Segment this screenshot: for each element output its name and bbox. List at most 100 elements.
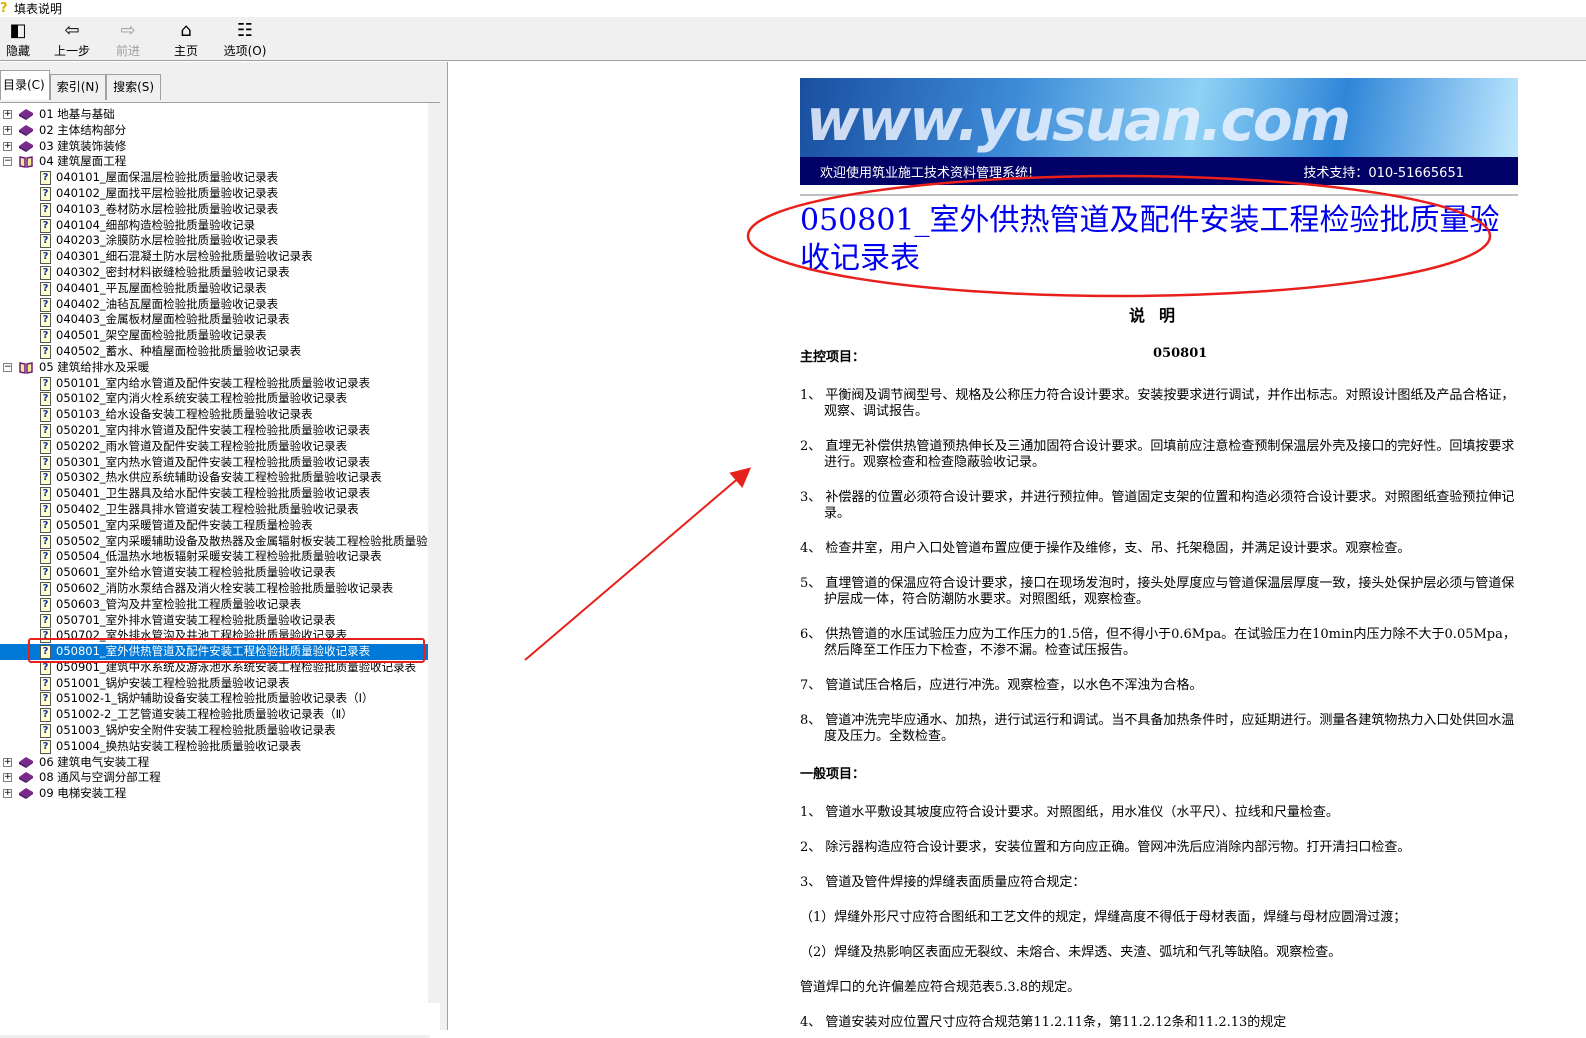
tree-item-label: 05 建筑给排水及采暖 [39, 359, 150, 374]
tree-item[interactable]: ? 050504_低温热水地板辐射采暖安装工程检验批质量验收记录表 [0, 549, 430, 565]
tree-item-label: 050201_室内排水管道及配件安装工程检验批质量验收记录表 [56, 422, 371, 437]
help-page-icon: ? [40, 502, 51, 517]
collapse-icon[interactable]: − [3, 362, 12, 372]
tree-item[interactable]: ? 040103_卷材防水层检验批质量验收记录表 [0, 202, 430, 218]
tree-item-label: 051002-1_锅炉辅助设备安装工程检验批质量验收记录表（Ⅰ） [56, 691, 374, 706]
tree-item-label: 04 建筑屋面工程 [39, 154, 127, 169]
window-titlebar: ? 填表说明 [0, 0, 1586, 17]
tree-item-label: 01 地基与基础 [39, 107, 115, 121]
tree-item[interactable]: ? 040301_细石混凝土防水层检验批质量验收记录表 [0, 249, 430, 265]
expand-icon[interactable]: + [3, 125, 12, 135]
tree-item[interactable]: ? 040501_架空屋面检验批质量验收记录表 [0, 328, 430, 344]
tree-item-label: 050103_给水设备安装工程检验批质量验收记录表 [56, 407, 313, 422]
tree-folder[interactable]: +02 主体结构部分 [0, 123, 430, 139]
tree-item-label: 040302_密封材料嵌缝检验批质量验收记录表 [56, 264, 290, 279]
open-book-icon [19, 361, 33, 374]
help-page-icon: ? [40, 281, 51, 296]
tree-item[interactable]: ? 051001_锅炉安装工程检验批质量验收记录表 [0, 676, 430, 692]
tree-item-label: 050302_热水供应系统辅助设备安装工程检验批质量验收记录表 [56, 470, 382, 485]
tree-item[interactable]: ? 050103_给水设备安装工程检验批质量验收记录表 [0, 407, 430, 423]
tree-item[interactable]: ? 051002-1_锅炉辅助设备安装工程检验批质量验收记录表（Ⅰ） [0, 691, 430, 707]
paragraph: 1、 平衡阀及调节阀型号、规格及公称压力符合设计要求。安装按要求进行调试，并作出… [800, 388, 1515, 419]
expand-icon[interactable]: + [3, 773, 12, 783]
expand-icon[interactable]: + [3, 757, 12, 767]
tree-item[interactable]: ? 050702_室外排水管沟及井池工程检验批质量验收记录表 [0, 628, 430, 644]
tree-item[interactable]: ? 040101_屋面保温层检验批质量验收记录表 [0, 170, 430, 186]
tab-index[interactable]: 索引(N) [49, 74, 107, 100]
tree-item-label: 050502_室内采暖辅助设备及散热器及金属辐射板安装工程检验批质量验收记录表 [56, 533, 440, 548]
tree-folder[interactable]: +03 建筑装饰装修 [0, 139, 430, 155]
tree-folder[interactable]: +09 电梯安装工程 [0, 786, 430, 802]
tree-item[interactable]: ? 040401_平瓦屋面检验批质量验收记录表 [0, 281, 430, 297]
hide-button[interactable]: ◧ 隐藏 [0, 17, 36, 61]
help-page-icon: ? [40, 171, 51, 186]
tree-item[interactable]: ? 051002-2_工艺管道安装工程检验批质量验收记录表（Ⅱ） [0, 707, 430, 723]
tree-item[interactable]: ? 040104_细部构造检验批质量验收记录 [0, 218, 430, 234]
options-button[interactable]: ☷ 选项(O) [220, 17, 270, 61]
help-page-icon: ? [40, 329, 51, 344]
tree-item-label: 040104_细部构造检验批质量验收记录 [56, 217, 256, 232]
tree-item[interactable]: ? 050801_室外供热管道及配件安装工程检验批质量验收记录表 [0, 644, 430, 660]
general-items-label: 一般项目： [800, 767, 866, 782]
tree-item[interactable]: ? 050102_室内消火栓系统安装工程检验批质量验收记录表 [0, 391, 430, 407]
tree-item[interactable]: ? 040302_密封材料嵌缝检验批质量验收记录表 [0, 265, 430, 281]
book-icon [19, 772, 33, 784]
collapse-icon[interactable]: − [3, 157, 12, 167]
nav-tabs: 目录(C) 索引(N) 搜索(S) [0, 70, 162, 100]
paragraph: 3、 补偿器的位置必须符合设计要求，并进行预拉伸。管道固定支架的位置和构造必须符… [800, 490, 1515, 521]
tree-item[interactable]: ? 050602_消防水泵结合器及消火栓安装工程检验批质量验收记录表 [0, 581, 430, 597]
tree-item[interactable]: ? 050402_卫生器具排水管道安装工程检验批质量验收记录表 [0, 502, 430, 518]
tree-item[interactable]: ? 050301_室内热水管道及配件安装工程检验批质量验收记录表 [0, 455, 430, 471]
tree-item-label: 040502_蓄水、种植屋面检验批质量验收记录表 [56, 343, 302, 358]
tree-item[interactable]: ? 050901_建筑中水系统及游泳池水系统安装工程检验批质量验收记录表 [0, 660, 430, 676]
book-icon [19, 140, 33, 152]
tree-item[interactable]: ? 040402_油毡瓦屋面检验批质量验收记录表 [0, 297, 430, 313]
expand-icon[interactable]: + [3, 141, 12, 151]
tree-folder[interactable]: − 05 建筑给排水及采暖 [0, 360, 430, 376]
tree-item[interactable]: ? 040403_金属板材屋面检验批质量验收记录表 [0, 312, 430, 328]
pane-splitter[interactable] [441, 62, 448, 1030]
tree-item[interactable]: ? 040502_蓄水、种植屋面检验批质量验收记录表 [0, 344, 430, 360]
tree-item[interactable]: ? 051004_换热站安装工程检验批质量验收记录表 [0, 739, 430, 755]
tree-item[interactable]: ? 050202_雨水管道及配件安装工程检验批质量验收记录表 [0, 439, 430, 455]
tree-item[interactable]: ? 040203_涂膜防水层检验批质量验收记录表 [0, 233, 430, 249]
book-icon [19, 788, 33, 800]
tree-folder[interactable]: +01 地基与基础 [0, 107, 430, 123]
tree-folder[interactable]: +06 建筑电气安装工程 [0, 755, 430, 771]
tree-item-label: 02 主体结构部分 [39, 122, 127, 137]
tree-item-label: 051001_锅炉安装工程检验批质量验收记录表 [56, 675, 290, 690]
divider [800, 194, 1518, 196]
help-page-icon: ? [40, 550, 51, 565]
back-button[interactable]: ⇦ 上一步 [50, 17, 94, 61]
expand-icon[interactable]: + [3, 110, 12, 119]
tab-contents[interactable]: 目录(C) [0, 70, 50, 100]
forward-button[interactable]: ⇨ 前进 [108, 17, 148, 61]
expand-icon[interactable]: + [3, 789, 12, 799]
window-title: 填表说明 [14, 2, 63, 16]
tree-folder[interactable]: − 04 建筑屋面工程 [0, 154, 430, 170]
options-label: 选项(O) [223, 44, 267, 58]
forward-label: 前进 [115, 44, 140, 58]
tree-item[interactable]: ? 050601_室外给水管道安装工程检验批质量验收记录表 [0, 565, 430, 581]
tree-item[interactable]: ? 051003_锅炉安全附件安装工程检验批质量验收记录表 [0, 723, 430, 739]
home-button[interactable]: ⌂ 主页 [166, 17, 206, 61]
tree-item[interactable]: ? 050101_室内给水管道及配件安装工程检验批质量验收记录表 [0, 376, 430, 392]
tree-item-label: 050101_室内给水管道及配件安装工程检验批质量验收记录表 [56, 375, 371, 390]
paragraph: 4、 管道安装对应位置尺寸应符合规范第11.2.11条，第11.2.12条和11… [800, 1015, 1287, 1030]
book-icon [19, 756, 33, 768]
tree-folder[interactable]: +08 通风与空调分部工程 [0, 770, 430, 786]
tab-search[interactable]: 搜索(S) [106, 74, 162, 100]
tree-item[interactable]: ? 050502_室内采暖辅助设备及散热器及金属辐射板安装工程检验批质量验收记录表 [0, 534, 440, 550]
tree-item[interactable]: ? 050201_室内排水管道及配件安装工程检验批质量验收记录表 [0, 423, 430, 439]
tree-item[interactable]: ? 050401_卫生器具及给水配件安装工程检验批质量验收记录表 [0, 486, 430, 502]
arrow-left-icon: ⇦ [64, 20, 80, 41]
tree-item[interactable]: ? 050701_室外排水管道安装工程检验批质量验收记录表 [0, 613, 430, 629]
tree-item[interactable]: ? 050603_管沟及井室检验批工程质量验收记录表 [0, 597, 430, 613]
tree-item[interactable]: ? 050501_室内采暖管道及配件安装工程质量检验表 [0, 518, 430, 534]
vertical-scrollbar[interactable] [428, 103, 440, 1003]
help-page-icon: ? [40, 645, 51, 660]
arrow-right-icon: ⇨ [120, 20, 136, 41]
paragraph: 管道焊口的允许偏差应符合规范表5.3.8的规定。 [800, 980, 1081, 995]
tree-item[interactable]: ? 040102_屋面找平层检验批质量验收记录表 [0, 186, 430, 202]
tree-item[interactable]: ? 050302_热水供应系统辅助设备安装工程检验批质量验收记录表 [0, 470, 430, 486]
